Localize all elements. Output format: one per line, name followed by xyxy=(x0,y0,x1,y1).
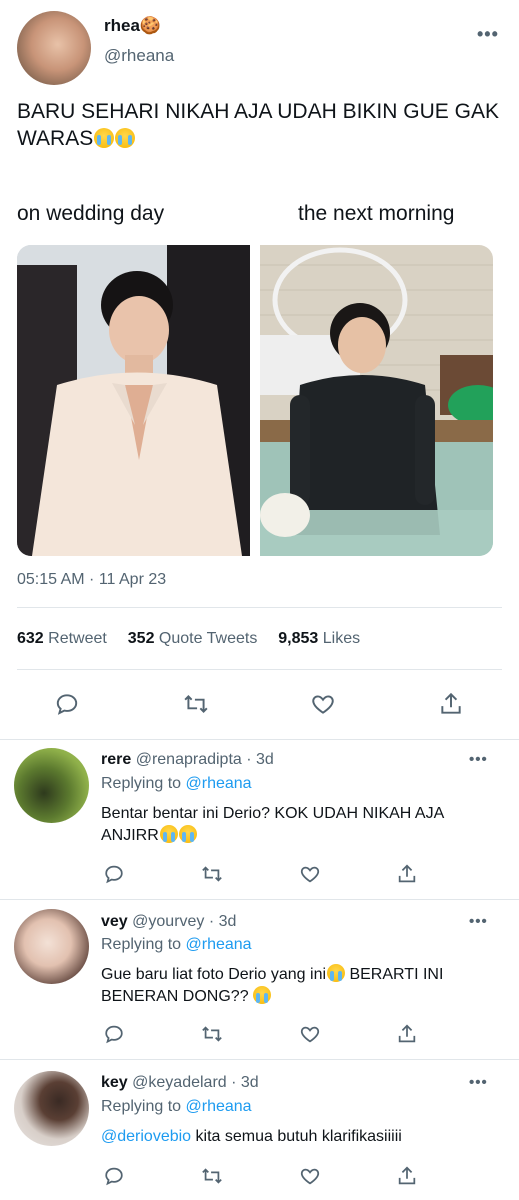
reply-icon[interactable] xyxy=(103,863,125,885)
reply-icon[interactable] xyxy=(103,1165,125,1187)
author-handle[interactable]: @rheana xyxy=(104,46,174,66)
crying-emoji-icon xyxy=(252,986,271,1004)
likes-stat[interactable]: 9,853 Likes xyxy=(278,630,360,647)
more-icon[interactable]: ••• xyxy=(469,913,488,930)
reply-display-name[interactable]: rere xyxy=(101,751,131,768)
author-avatar[interactable] xyxy=(17,11,91,85)
likes-label: Likes xyxy=(322,630,361,647)
quote-count: 352 xyxy=(127,630,155,647)
reply-handle[interactable]: @yourvey xyxy=(132,913,204,930)
reply-text-content: kita semua butuh klarifikasiiiii xyxy=(191,1128,402,1145)
reply-time[interactable]: · 3d xyxy=(231,1074,259,1091)
photo-man-white-shirt xyxy=(17,245,250,556)
crying-emoji-icon xyxy=(159,825,178,843)
tweet-timestamp[interactable]: 05:15 AM · 11 Apr 23 xyxy=(17,571,166,589)
reply-text: Bentar bentar ini Derio? KOK UDAH NIKAH … xyxy=(101,803,471,847)
more-icon[interactable]: ••• xyxy=(477,24,499,45)
reply-avatar[interactable] xyxy=(14,909,89,984)
reply-mention[interactable]: @deriovebio xyxy=(101,1128,191,1145)
replying-to: Replying to @rheana xyxy=(101,936,252,954)
share-icon[interactable] xyxy=(438,691,464,717)
replying-to: Replying to @rheana xyxy=(101,775,252,793)
crying-emoji-icon xyxy=(115,128,136,148)
divider xyxy=(17,607,502,608)
like-icon[interactable] xyxy=(298,1023,322,1045)
reply-icon[interactable] xyxy=(54,691,80,717)
replying-to-handle[interactable]: @rheana xyxy=(186,1098,252,1115)
reply-handle[interactable]: @keyadelard xyxy=(132,1074,227,1091)
reply-header: key @keyadelard · 3d xyxy=(101,1074,259,1092)
replying-to-handle[interactable]: @rheana xyxy=(186,936,252,953)
tweet-text: BARU SEHARI NIKAH AJA UDAH BIKIN GUE GAK… xyxy=(17,98,507,152)
more-icon[interactable]: ••• xyxy=(469,1074,488,1091)
tweet-stats: 632 Retweet 352 Quote Tweets 9,853 Likes xyxy=(17,630,360,648)
retweet-icon[interactable] xyxy=(181,691,211,717)
divider xyxy=(0,1059,519,1060)
likes-count: 9,853 xyxy=(278,630,319,647)
retweet-icon[interactable] xyxy=(199,1165,225,1187)
photo-man-in-pool xyxy=(260,245,493,556)
crying-emoji-icon xyxy=(327,964,346,982)
like-icon[interactable] xyxy=(298,863,322,885)
share-icon[interactable] xyxy=(396,1023,418,1045)
reply-text: @deriovebio kita semua butuh klarifikasi… xyxy=(101,1126,481,1148)
reply-text: Gue baru liat foto Derio yang ini BERART… xyxy=(101,964,476,1008)
share-icon[interactable] xyxy=(396,1165,418,1187)
reply-text-part: Gue baru liat foto Derio yang ini xyxy=(101,966,327,983)
crying-emoji-icon xyxy=(178,825,197,843)
crying-emoji-icon xyxy=(94,128,115,148)
reply-display-name[interactable]: key xyxy=(101,1074,128,1091)
caption-right: the next morning xyxy=(298,202,455,225)
retweet-label: Retweet xyxy=(48,630,107,647)
retweet-count: 632 xyxy=(17,630,44,647)
replying-to-label: Replying to xyxy=(101,1098,182,1115)
divider xyxy=(17,669,502,670)
retweet-icon[interactable] xyxy=(199,1023,225,1045)
quote-stat[interactable]: 352 Quote Tweets xyxy=(128,630,262,647)
retweet-icon[interactable] xyxy=(199,863,225,885)
share-icon[interactable] xyxy=(396,863,418,885)
reply-header: vey @yourvey · 3d xyxy=(101,913,236,931)
replying-to: Replying to @rheana xyxy=(101,1098,252,1116)
retweet-stat[interactable]: 632 Retweet xyxy=(17,630,111,647)
reply-header: rere @renapradipta · 3d xyxy=(101,751,274,769)
reply-avatar[interactable] xyxy=(14,748,89,823)
reply-display-name[interactable]: vey xyxy=(101,913,128,930)
reply-avatar[interactable] xyxy=(14,1071,89,1146)
more-icon[interactable]: ••• xyxy=(469,751,488,768)
like-icon[interactable] xyxy=(298,1165,322,1187)
replying-to-handle[interactable]: @rheana xyxy=(186,775,252,792)
tweet-text-content: BARU SEHARI NIKAH AJA UDAH BIKIN GUE GAK… xyxy=(17,100,499,150)
reply-time[interactable]: · 3d xyxy=(246,751,274,768)
author-display-name[interactable]: rhea🍪 xyxy=(104,16,161,36)
replying-to-label: Replying to xyxy=(101,936,182,953)
reply-icon[interactable] xyxy=(103,1023,125,1045)
reply-text-content: Bentar bentar ini Derio? KOK UDAH NIKAH … xyxy=(101,805,444,844)
replying-to-label: Replying to xyxy=(101,775,182,792)
quote-label: Quote Tweets xyxy=(158,630,258,647)
divider xyxy=(0,899,519,900)
reply-handle[interactable]: @renapradipta xyxy=(136,751,242,768)
divider xyxy=(0,739,519,740)
tweet-image-right[interactable] xyxy=(260,245,493,556)
caption-left: on wedding day xyxy=(17,202,165,225)
like-icon[interactable] xyxy=(309,691,337,717)
tweet-image-left[interactable] xyxy=(17,245,250,556)
reply-time[interactable]: · 3d xyxy=(209,913,237,930)
